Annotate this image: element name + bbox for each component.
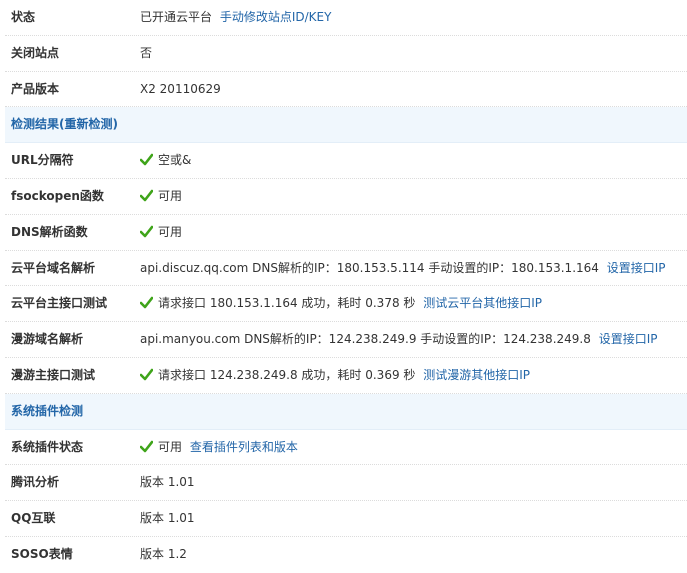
row-qq-connect: QQ互联 版本 1.01 [5, 501, 687, 537]
interface-test-text: 请求接口 124.238.249.8 成功，耗时 0.369 秒 [158, 367, 416, 382]
check-icon [140, 225, 153, 238]
row-product-version: 产品版本 X2 20110629 [5, 72, 687, 108]
section-title-detect[interactable]: 检测结果(重新检测) [11, 107, 118, 141]
row-label: 产品版本 [11, 81, 60, 96]
row-value: api.discuz.qq.com DNS解析的IP：180.153.5.114… [140, 251, 666, 286]
test-manyou-other-ip-link[interactable]: 测试漫游其他接口IP [423, 368, 530, 382]
row-label: URL分隔符 [11, 153, 74, 168]
row-label: 关闭站点 [11, 45, 60, 60]
row-label: fsockopen函数 [11, 188, 104, 203]
status-text: 可用 [158, 224, 183, 239]
status-text: 可用 [158, 439, 183, 454]
check-icon [140, 440, 153, 452]
row-value: 可用 [140, 179, 182, 214]
row-label: 漫游主接口测试 [11, 367, 96, 382]
section-plugin-check: 系统插件检测 [5, 393, 687, 430]
row-label: 状态 [11, 10, 36, 24]
status-text: 已开通云平台 [140, 10, 213, 24]
row-value: 请求接口 180.153.1.164 成功，耗时 0.378 秒 测试云平台其他… [140, 286, 542, 321]
row-value: 版本 1.2 [140, 546, 187, 561]
row-label: 系统插件状态 [11, 439, 84, 454]
row-label: 云平台主接口测试 [11, 296, 108, 311]
row-value: 可用 [140, 215, 182, 250]
row-value: 空或& [140, 143, 191, 178]
status-text: 可用 [158, 188, 183, 203]
row-status: 状态 已开通云平台 手动修改站点ID/KEY [5, 0, 687, 36]
view-plugin-list-link[interactable]: 查看插件列表和版本 [190, 440, 298, 454]
check-icon [140, 153, 153, 166]
set-interface-ip-link[interactable]: 设置接口IP [607, 261, 666, 275]
row-value: 版本 1.01 [140, 475, 195, 490]
cloud-status-table: 状态 已开通云平台 手动修改站点ID/KEY 关闭站点 否 产品版本 X2 20… [5, 0, 687, 573]
row-fsockopen: fsockopen函数 可用 [5, 179, 687, 215]
row-cloud-domain-dns: 云平台域名解析 api.discuz.qq.com DNS解析的IP：180.1… [5, 251, 687, 287]
row-label: QQ互联 [11, 511, 56, 526]
row-value: 可用 查看插件列表和版本 [140, 430, 298, 465]
row-value: api.manyou.com DNS解析的IP：124.238.249.9 手动… [140, 322, 657, 357]
row-dns-function: DNS解析函数 可用 [5, 215, 687, 251]
row-tencent-analytics: 腾讯分析 版本 1.01 [5, 465, 687, 502]
row-label: 云平台域名解析 [11, 260, 96, 275]
row-value: 请求接口 124.238.249.8 成功，耗时 0.369 秒 测试漫游其他接… [140, 358, 530, 393]
section-title-plugin: 系统插件检测 [11, 403, 84, 418]
row-label: 漫游域名解析 [11, 332, 84, 347]
dns-result-text: api.manyou.com DNS解析的IP：124.238.249.9 手动… [140, 332, 591, 347]
row-plugin-status: 系统插件状态 可用 查看插件列表和版本 [5, 430, 687, 466]
row-value: X2 20110629 [140, 81, 221, 96]
check-icon [140, 189, 153, 202]
row-value: 版本 1.01 [140, 511, 195, 526]
edit-site-id-key-link[interactable]: 手动修改站点ID/KEY [220, 10, 332, 24]
check-icon [140, 297, 153, 309]
test-cloud-other-ip-link[interactable]: 测试云平台其他接口IP [423, 296, 542, 310]
row-label: DNS解析函数 [11, 224, 88, 239]
section-detect-results: 检测结果(重新检测) [5, 107, 687, 144]
row-value: 否 [140, 45, 153, 60]
status-text: 空或& [158, 153, 192, 168]
check-icon [140, 368, 153, 381]
row-url-separator: URL分隔符 空或& [5, 143, 687, 179]
row-soso-emoticons: SOSO表情 版本 1.2 [5, 537, 687, 573]
row-manyou-domain-dns: 漫游域名解析 api.manyou.com DNS解析的IP：124.238.2… [5, 322, 687, 358]
row-label: SOSO表情 [11, 546, 73, 561]
row-close-site: 关闭站点 否 [5, 36, 687, 72]
set-interface-ip-link[interactable]: 设置接口IP [599, 332, 658, 346]
row-value: 已开通云平台 手动修改站点ID/KEY [140, 0, 331, 35]
row-manyou-main-interface: 漫游主接口测试 请求接口 124.238.249.8 成功，耗时 0.369 秒… [5, 358, 687, 394]
dns-result-text: api.discuz.qq.com DNS解析的IP：180.153.5.114… [140, 260, 599, 275]
row-cloud-main-interface: 云平台主接口测试 请求接口 180.153.1.164 成功，耗时 0.378 … [5, 286, 687, 323]
row-label: 腾讯分析 [11, 475, 60, 490]
interface-test-text: 请求接口 180.153.1.164 成功，耗时 0.378 秒 [158, 296, 416, 311]
